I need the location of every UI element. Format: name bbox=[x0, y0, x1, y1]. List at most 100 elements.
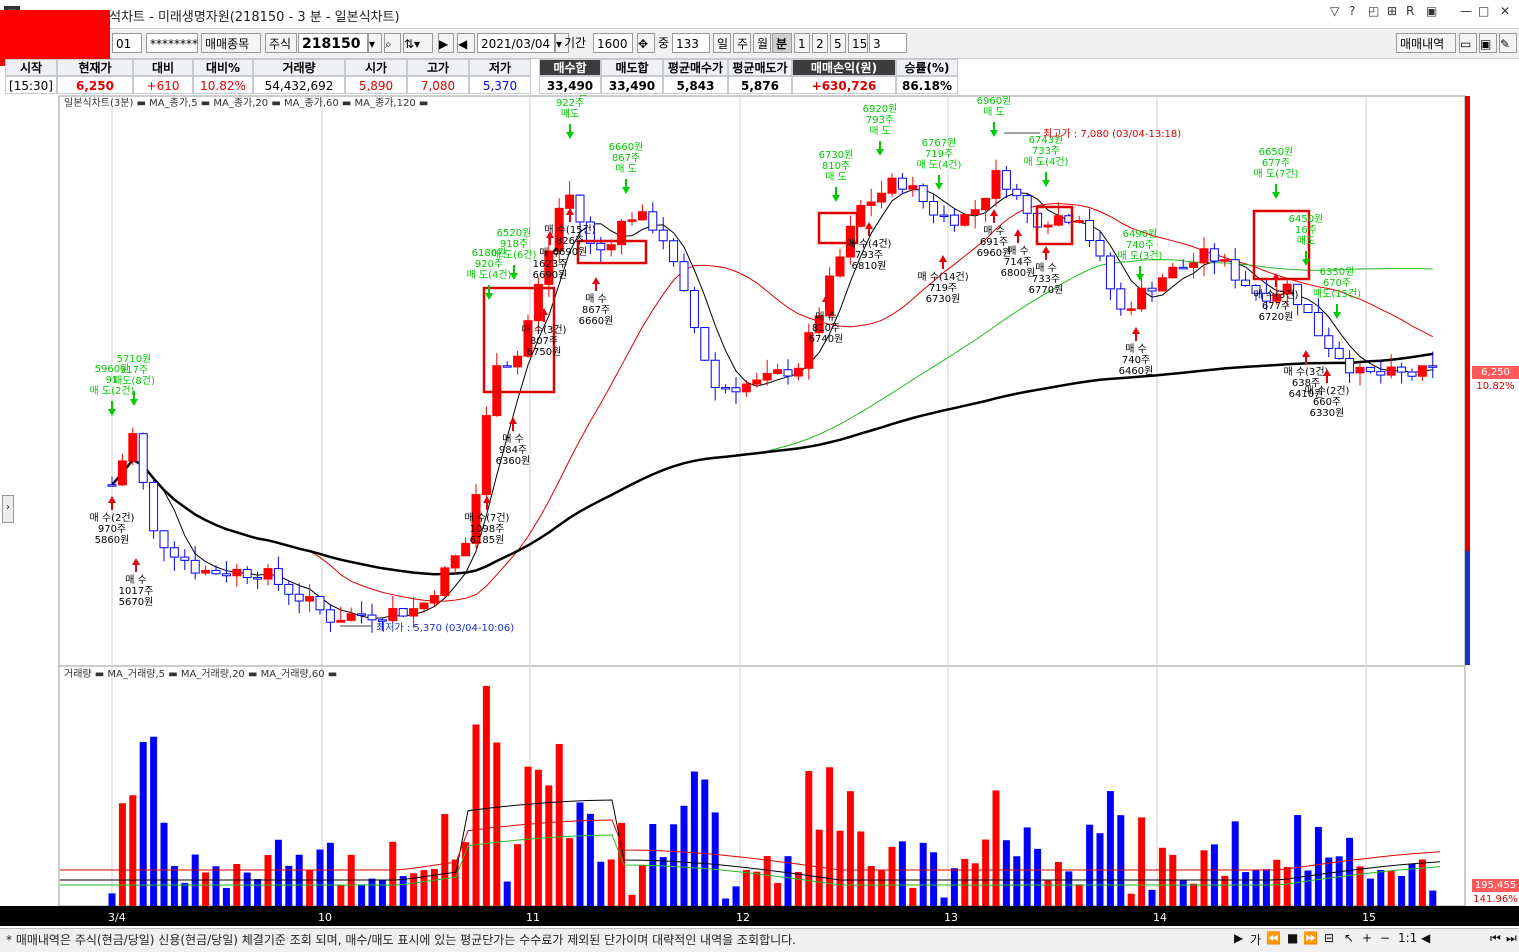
minute-2-button[interactable]: 2 bbox=[812, 33, 828, 53]
x-axis-label: 12 bbox=[736, 911, 750, 924]
up-candle bbox=[793, 367, 803, 377]
search-icon[interactable]: ⌕ bbox=[384, 33, 401, 53]
period-spinner-icon[interactable]: ✥ bbox=[637, 33, 655, 53]
expand-panel-icon[interactable]: › bbox=[2, 495, 14, 523]
pointer-icon[interactable]: ↖ bbox=[1344, 931, 1354, 945]
folder-icon[interactable]: ▭ bbox=[1459, 33, 1477, 53]
stock-code-input[interactable]: 218150 bbox=[298, 33, 368, 53]
minute-1-button[interactable]: 1 bbox=[794, 33, 810, 53]
up-candle bbox=[752, 379, 762, 385]
down-candle bbox=[1116, 288, 1126, 310]
close-icon[interactable]: ✕ bbox=[1500, 4, 1510, 18]
chart-area[interactable]: 5960원 91 매 도(2건) 5710원 917주 매도(8건) 매 수(2건) 970주… bbox=[0, 95, 1519, 951]
tile-icon[interactable]: ◰ bbox=[1368, 4, 1379, 18]
minute-15-button[interactable]: 15 bbox=[848, 33, 868, 53]
buy-signal-label: 1623주 bbox=[533, 259, 568, 270]
volume-bar-down bbox=[680, 805, 688, 906]
status-bar: * 매매내역은 주식(현금/당일) 신용(현금/당일) 체결기준 조회 되며, … bbox=[0, 928, 1519, 952]
volume-bar-up bbox=[742, 870, 750, 906]
volume-bar-up bbox=[753, 871, 761, 906]
code-dropdown-icon[interactable]: ▾ bbox=[368, 33, 382, 53]
volume-bar-down bbox=[1002, 840, 1010, 906]
zoom-in-icon[interactable]: + bbox=[1362, 931, 1372, 945]
down-candle bbox=[1376, 371, 1386, 376]
trade-history-button[interactable]: 매매내역 bbox=[1396, 33, 1456, 53]
quote-buy-sum: 33,490 bbox=[539, 76, 601, 94]
up-candle bbox=[1168, 266, 1178, 279]
volume-bar-up bbox=[826, 767, 834, 906]
period-input[interactable]: 1600 bbox=[593, 33, 633, 53]
tab-month[interactable]: 월 bbox=[753, 33, 771, 53]
tab-day[interactable]: 일 bbox=[713, 33, 731, 53]
trade-item-button[interactable]: 매매종목 bbox=[201, 33, 261, 53]
down-candle bbox=[1313, 312, 1323, 337]
down-candle bbox=[180, 556, 190, 561]
tab-minute[interactable]: 분 bbox=[772, 33, 792, 53]
refresh-icon[interactable]: R bbox=[1406, 4, 1414, 18]
volume-bar-up bbox=[493, 742, 501, 906]
prev-icon[interactable]: ◀ bbox=[457, 33, 475, 53]
down-candle bbox=[1324, 335, 1334, 349]
split-icon[interactable]: ⊞ bbox=[1387, 4, 1397, 18]
volume-bar-up bbox=[545, 785, 553, 906]
price-scroll-red bbox=[1465, 96, 1470, 551]
up-candle bbox=[565, 194, 575, 209]
lock-icon[interactable]: ▣ bbox=[1426, 4, 1437, 18]
volume-pct-box: 141.96% bbox=[1472, 893, 1519, 906]
scroll-right-icon[interactable]: ▶ bbox=[1234, 931, 1243, 945]
help-icon[interactable]: ? bbox=[1349, 4, 1355, 18]
minimize-icon[interactable]: — bbox=[1460, 4, 1472, 18]
volume-bar-up bbox=[846, 791, 854, 906]
sell-signal-label: 매도 bbox=[1297, 235, 1315, 247]
maximize-icon[interactable]: □ bbox=[1478, 4, 1489, 18]
sell-signal-label: 6520원 bbox=[497, 227, 532, 239]
sort-icon[interactable]: ⇅▾ bbox=[403, 33, 433, 53]
up-candle bbox=[991, 170, 1001, 199]
forward-icon[interactable]: ⏩ bbox=[1303, 931, 1318, 945]
count-input[interactable]: 133 bbox=[672, 33, 710, 53]
account-field[interactable]: 01 bbox=[112, 33, 142, 53]
password-field[interactable]: ******** bbox=[146, 33, 198, 53]
market-type-button[interactable]: 주식 bbox=[265, 33, 297, 53]
up-candle bbox=[1043, 224, 1053, 228]
buy-signal-label: 6360원 bbox=[496, 455, 531, 467]
volume-bar-up bbox=[836, 830, 844, 906]
go-start-icon[interactable]: ⏮ bbox=[1490, 931, 1501, 946]
up-candle bbox=[409, 608, 419, 617]
pin-icon[interactable]: ▽ bbox=[1330, 4, 1339, 18]
volume-bar-down bbox=[274, 839, 282, 906]
volume-bar-down bbox=[1023, 827, 1031, 906]
zoom-out-icon[interactable]: − bbox=[1380, 931, 1390, 945]
buy-signal-label: 714주 bbox=[1004, 257, 1032, 268]
date-input[interactable]: 2021/03/04 bbox=[477, 33, 555, 53]
minute-select[interactable]: 3 bbox=[869, 33, 907, 53]
expand-icon[interactable]: ⊟ bbox=[1324, 931, 1334, 945]
up-candle bbox=[1074, 220, 1084, 223]
view-toggle-label[interactable]: 가 bbox=[1250, 931, 1261, 948]
up-candle bbox=[877, 192, 887, 203]
down-candle bbox=[1407, 371, 1417, 377]
rewind-icon[interactable]: ⏪ bbox=[1266, 931, 1281, 945]
play-icon[interactable]: ▶ bbox=[438, 33, 454, 53]
volume-bar-up bbox=[982, 839, 990, 906]
stop-icon[interactable]: ■ bbox=[1287, 931, 1298, 945]
sell-signal-label: 719주 bbox=[925, 149, 953, 160]
quote-header: 매매손익(원) bbox=[792, 59, 896, 76]
up-candle bbox=[773, 369, 783, 374]
volume-bar-up bbox=[118, 803, 126, 906]
scroll-left-icon[interactable]: ◀ bbox=[1421, 931, 1430, 945]
settings-icon[interactable]: ✎ bbox=[1499, 33, 1517, 53]
save-icon[interactable]: ▣ bbox=[1479, 33, 1497, 53]
zoom-ratio[interactable]: 1:1 bbox=[1398, 931, 1417, 945]
down-candle bbox=[1022, 195, 1032, 214]
volume-bar-down bbox=[378, 880, 386, 906]
tab-week[interactable]: 주 bbox=[733, 33, 751, 53]
go-end-icon[interactable]: ⏭ bbox=[1506, 931, 1517, 946]
chart-canvas[interactable]: 5960원91매 도(2건)5710원917주매도(8건)매 수(2건)970주… bbox=[0, 95, 1519, 928]
quote-header: 승률(%) bbox=[896, 59, 958, 76]
down-candle bbox=[1397, 366, 1407, 373]
volume-bar-down bbox=[1377, 869, 1385, 906]
quote-high: 7,080 bbox=[407, 76, 469, 94]
volume-bar-down bbox=[1314, 826, 1322, 906]
minute-5-button[interactable]: 5 bbox=[830, 33, 846, 53]
